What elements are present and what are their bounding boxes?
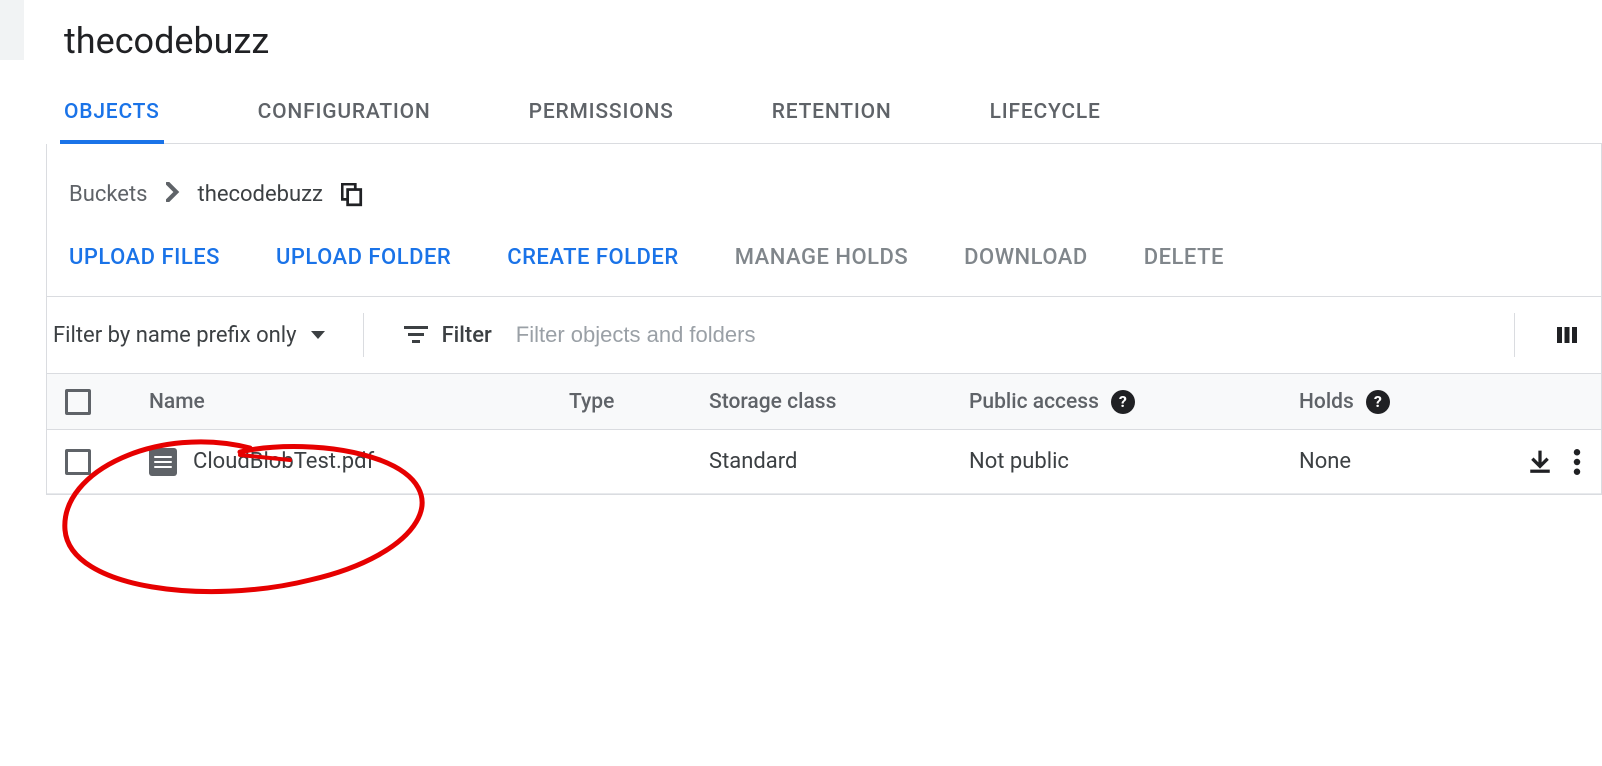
- object-name: CloudBlobTest.pdf: [193, 449, 374, 474]
- upload-files-button[interactable]: UPLOAD FILES: [69, 245, 220, 270]
- filter-label: Filter: [442, 323, 492, 348]
- file-icon: [149, 448, 177, 476]
- tab-retention[interactable]: RETENTION: [768, 90, 896, 143]
- column-type[interactable]: Type: [569, 390, 709, 414]
- table-header: Name Type Storage class Public access ? …: [47, 374, 1601, 430]
- column-holds[interactable]: Holds ?: [1299, 390, 1499, 414]
- column-public-access[interactable]: Public access ?: [969, 390, 1299, 414]
- filter-input[interactable]: [516, 322, 1514, 348]
- object-public-access: Not public: [969, 449, 1299, 474]
- download-icon[interactable]: [1527, 449, 1553, 475]
- column-storage-class[interactable]: Storage class: [709, 390, 969, 414]
- page-container: thecodebuzz OBJECTS CONFIGURATION PERMIS…: [0, 0, 1602, 495]
- page-title: thecodebuzz: [64, 0, 1602, 90]
- filter-prefix-label: Filter by name prefix only: [53, 323, 297, 348]
- table-row[interactable]: CloudBlobTest.pdf Standard Not public No…: [47, 430, 1601, 494]
- create-folder-button[interactable]: CREATE FOLDER: [507, 245, 678, 270]
- object-name-cell[interactable]: CloudBlobTest.pdf: [149, 448, 569, 476]
- column-name[interactable]: Name: [149, 390, 569, 414]
- caret-down-icon: [311, 331, 325, 339]
- help-icon[interactable]: ?: [1366, 390, 1390, 414]
- tab-lifecycle[interactable]: LIFECYCLE: [986, 90, 1105, 143]
- manage-holds-button[interactable]: MANAGE HOLDS: [735, 245, 908, 270]
- copy-icon[interactable]: [341, 183, 363, 207]
- tab-objects[interactable]: OBJECTS: [60, 90, 164, 144]
- breadcrumb-current: thecodebuzz: [198, 182, 323, 207]
- select-all-checkbox[interactable]: [65, 389, 91, 415]
- row-checkbox[interactable]: [65, 449, 91, 475]
- content-panel: Buckets thecodebuzz UPLOAD FILES UPLOAD …: [46, 144, 1602, 495]
- tabs-bar: OBJECTS CONFIGURATION PERMISSIONS RETENT…: [60, 90, 1602, 144]
- row-actions: [1499, 449, 1601, 475]
- filter-icon: [404, 325, 428, 345]
- filter-row: Filter by name prefix only Filter: [47, 297, 1601, 374]
- breadcrumb: Buckets thecodebuzz: [47, 144, 1601, 215]
- column-settings-icon[interactable]: [1514, 313, 1579, 357]
- download-button[interactable]: DOWNLOAD: [964, 245, 1088, 270]
- filter-prefix-dropdown[interactable]: Filter by name prefix only: [53, 313, 364, 357]
- delete-button[interactable]: DELETE: [1144, 245, 1224, 270]
- object-holds: None: [1299, 449, 1499, 474]
- help-icon[interactable]: ?: [1111, 390, 1135, 414]
- tab-configuration[interactable]: CONFIGURATION: [254, 90, 435, 143]
- more-vert-icon[interactable]: [1573, 449, 1581, 475]
- upload-folder-button[interactable]: UPLOAD FOLDER: [276, 245, 451, 270]
- object-storage-class: Standard: [709, 449, 969, 474]
- left-gutter: [0, 0, 24, 60]
- breadcrumb-root[interactable]: Buckets: [69, 182, 148, 207]
- action-bar: UPLOAD FILES UPLOAD FOLDER CREATE FOLDER…: [47, 215, 1601, 297]
- tab-permissions[interactable]: PERMISSIONS: [525, 90, 678, 143]
- chevron-right-icon: [166, 182, 180, 207]
